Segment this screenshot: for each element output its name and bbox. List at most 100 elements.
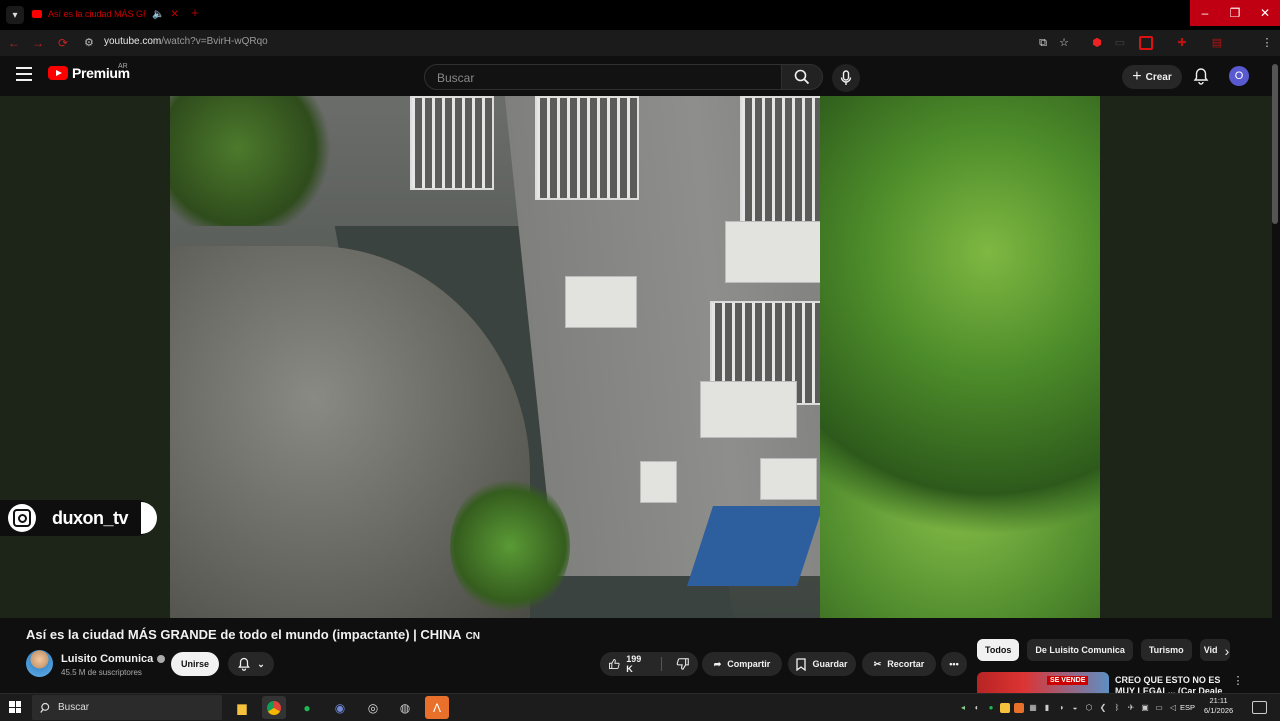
- spotify-icon[interactable]: ●: [295, 696, 319, 719]
- tab-close-icon[interactable]: ✕: [170, 9, 178, 20]
- headphones-icon[interactable]: ◐: [972, 703, 982, 713]
- tray-icon[interactable]: ◂: [958, 703, 968, 713]
- search-icon: [40, 702, 50, 713]
- minimize-button[interactable]: –: [1190, 0, 1220, 26]
- network-icon[interactable]: ▭: [1154, 703, 1164, 713]
- chip-tourism[interactable]: Turismo: [1140, 639, 1192, 661]
- tray-icon[interactable]: [1014, 702, 1024, 713]
- discord-icon[interactable]: ◉: [328, 696, 352, 719]
- video-frame[interactable]: [170, 96, 1100, 618]
- install-app-icon[interactable]: ⧉: [1036, 36, 1050, 50]
- tray-icon[interactable]: ◒: [1070, 703, 1080, 713]
- language-indicator[interactable]: ESP: [1180, 703, 1195, 712]
- join-button[interactable]: Unirse: [171, 652, 219, 676]
- tab-search-icon[interactable]: ▾: [6, 6, 24, 24]
- notifications-bell-icon[interactable]: [1192, 67, 1210, 85]
- share-button[interactable]: ➦ Compartir: [702, 652, 782, 676]
- video-window-grille: [535, 96, 639, 200]
- instagram-overlay: duxon_tv: [0, 500, 157, 536]
- more-horizontal-icon: •••: [949, 659, 959, 669]
- dislike-button[interactable]: [668, 657, 698, 671]
- reload-icon[interactable]: ⟳: [55, 35, 71, 51]
- tab-audio-icon[interactable]: 🔈: [152, 9, 164, 20]
- search-box: [424, 64, 782, 90]
- url-field[interactable]: youtube.com/watch?v=BvirH-wQRqo: [104, 36, 268, 47]
- menu-hamburger-icon[interactable]: [16, 67, 32, 81]
- video-window-grille: [410, 96, 494, 190]
- share-icon: ➦: [713, 658, 722, 669]
- account-avatar[interactable]: O: [1229, 66, 1249, 86]
- thumbs-down-icon: [676, 658, 689, 670]
- search-input[interactable]: [435, 70, 769, 86]
- recommendation-thumbnail[interactable]: SE VENDE: [977, 672, 1109, 694]
- site-info-icon[interactable]: ⚙: [84, 36, 98, 50]
- youtube-premium-logo[interactable]: Premium AR: [48, 63, 130, 81]
- like-button[interactable]: 199 K: [600, 654, 655, 674]
- taskbar-search-label: Buscar: [58, 702, 90, 713]
- app-icon[interactable]: Λ: [425, 696, 449, 719]
- chevron-right-icon[interactable]: ›: [1218, 642, 1236, 660]
- windows-start-icon[interactable]: [9, 701, 21, 713]
- tray-icon[interactable]: ⬡: [1084, 703, 1094, 713]
- channel-name[interactable]: Luisito Comunica: [61, 653, 166, 665]
- video-ac-unit: [700, 381, 797, 438]
- url-host: youtube.com: [104, 36, 162, 47]
- app-icon[interactable]: ◍: [393, 696, 417, 719]
- like-dislike-group: 199 K: [600, 652, 698, 676]
- taskbar-clock[interactable]: 21:11 6/1/2026: [1204, 696, 1233, 716]
- youtube-play-icon: [48, 66, 68, 80]
- tray-icon[interactable]: ❮: [1098, 703, 1108, 713]
- save-button[interactable]: Guardar: [788, 652, 856, 676]
- video-player[interactable]: duxon_tv: [0, 96, 1272, 618]
- close-window-button[interactable]: ✕: [1250, 0, 1280, 26]
- clip-label: Recortar: [887, 659, 925, 669]
- maximize-button[interactable]: ❐: [1220, 0, 1250, 26]
- search-icon: [794, 69, 810, 85]
- tray-icon[interactable]: ▦: [1028, 703, 1038, 713]
- video-ac-unit: [565, 276, 637, 328]
- recommendation-title[interactable]: CREO QUE ESTO NO ES MUY LEGAL... (Car De…: [1115, 675, 1225, 694]
- chip-channel[interactable]: De Luisito Comunica: [1027, 639, 1133, 661]
- tray-icon[interactable]: ◑: [1056, 703, 1066, 713]
- back-icon[interactable]: ←: [6, 35, 22, 51]
- url-path: /watch?v=BvirH-wQRqo: [161, 36, 268, 47]
- voice-search-button[interactable]: [832, 64, 860, 92]
- page-scrollbar[interactable]: [1272, 64, 1278, 224]
- notifications-icon[interactable]: [1252, 701, 1267, 714]
- bluetooth-icon[interactable]: ᛒ: [1112, 703, 1122, 713]
- instagram-handle: duxon_tv: [52, 507, 129, 528]
- more-vertical-icon[interactable]: ⋮: [1232, 674, 1244, 688]
- bookmark-star-icon[interactable]: ☆: [1057, 36, 1071, 50]
- tray-icon[interactable]: ▣: [1140, 703, 1150, 713]
- chrome-icon[interactable]: [262, 696, 286, 719]
- channel-avatar[interactable]: [26, 650, 53, 677]
- taskbar-search[interactable]: Buscar: [32, 695, 222, 720]
- create-button[interactable]: + Crear: [1122, 65, 1182, 89]
- like-separator: [661, 657, 662, 671]
- file-explorer-icon[interactable]: ▆: [230, 696, 254, 719]
- extension-icon[interactable]: ⬢: [1090, 36, 1104, 50]
- forward-icon[interactable]: →: [30, 35, 46, 51]
- microphone-icon[interactable]: ▮: [1042, 703, 1052, 713]
- search-button[interactable]: [781, 64, 823, 90]
- new-tab-icon[interactable]: +: [188, 6, 202, 20]
- volume-icon[interactable]: ◁: [1168, 703, 1178, 713]
- chip-all[interactable]: Todos: [977, 639, 1020, 661]
- browser-tab-active[interactable]: Así es la ciudad MÁS GRAN... 🔈 ✕: [28, 2, 188, 26]
- subscription-bell-button[interactable]: ⌄: [228, 652, 274, 676]
- clip-button[interactable]: ✂ Recortar: [862, 652, 936, 676]
- sidebar-icon[interactable]: ▤: [1210, 36, 1224, 50]
- more-actions-button[interactable]: •••: [941, 652, 967, 676]
- extension-icon[interactable]: [1139, 36, 1153, 50]
- browser-menu-icon[interactable]: ⋮: [1260, 36, 1274, 50]
- plus-icon: +: [1132, 68, 1142, 85]
- spotify-icon[interactable]: ●: [986, 703, 996, 713]
- video-foliage-right: [820, 96, 1100, 618]
- extension-icon[interactable]: ▭: [1113, 36, 1127, 50]
- channel-name-text: Luisito Comunica: [61, 653, 154, 665]
- tray-icon[interactable]: [1000, 702, 1010, 713]
- tray-icon[interactable]: ✈: [1126, 703, 1136, 713]
- windows-taskbar: Buscar ▆ ● ◉ ◎ ◍ Λ ◂ ◐ ● ▦ ▮ ◑ ◒ ⬡ ❮ ᛒ ✈…: [0, 693, 1280, 721]
- puzzle-icon[interactable]: ✚: [1175, 36, 1189, 50]
- app-icon[interactable]: ◎: [361, 696, 385, 719]
